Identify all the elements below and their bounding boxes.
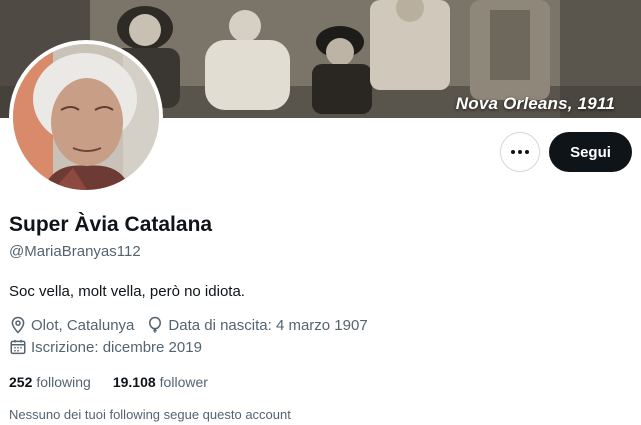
avatar-photo bbox=[13, 44, 159, 190]
followers-link[interactable]: 19.108 follower bbox=[113, 374, 208, 390]
calendar-icon bbox=[10, 339, 26, 355]
more-options-button[interactable] bbox=[500, 132, 540, 172]
follow-button[interactable]: Segui bbox=[549, 132, 632, 172]
joined-item: Iscrizione: dicembre 2019 bbox=[9, 338, 202, 356]
profile-meta-row: Olot, Catalunya Data di nascita: 4 marzo… bbox=[9, 316, 380, 334]
following-count: 252 bbox=[9, 374, 33, 390]
location-text: Olot, Catalunya bbox=[31, 316, 135, 334]
followers-count: 19.108 bbox=[112, 374, 156, 390]
display-name: Super Àvia Catalana bbox=[9, 213, 213, 236]
birthdate-item: Data di nascita: 4 marzo 1907 bbox=[146, 316, 368, 334]
avatar[interactable] bbox=[9, 40, 163, 194]
following-label: following bbox=[36, 374, 91, 390]
banner-caption: Nova Orleans, 1911 bbox=[455, 94, 615, 113]
profile-bio: Soc vella, molt vella, però no idiota. bbox=[9, 283, 245, 300]
location-item: Olot, Catalunya bbox=[9, 316, 134, 334]
profile-stats: 252 following 19.108 follower bbox=[9, 374, 230, 390]
followers-label: follower bbox=[159, 374, 208, 390]
balloon-icon bbox=[149, 316, 162, 334]
profile-handle: @MariaBranyas112 bbox=[9, 243, 141, 260]
joined-text: Iscrizione: dicembre 2019 bbox=[31, 338, 202, 356]
birthdate-text: Data di nascita: 4 marzo 1907 bbox=[168, 316, 368, 334]
following-link[interactable]: 252 following bbox=[9, 374, 91, 390]
location-pin-icon bbox=[11, 316, 25, 334]
profile-meta-row-joined: Iscrizione: dicembre 2019 bbox=[9, 338, 214, 356]
more-horizontal-icon bbox=[511, 150, 529, 154]
followers-you-know-note: Nessuno dei tuoi following segue questo … bbox=[9, 407, 291, 422]
